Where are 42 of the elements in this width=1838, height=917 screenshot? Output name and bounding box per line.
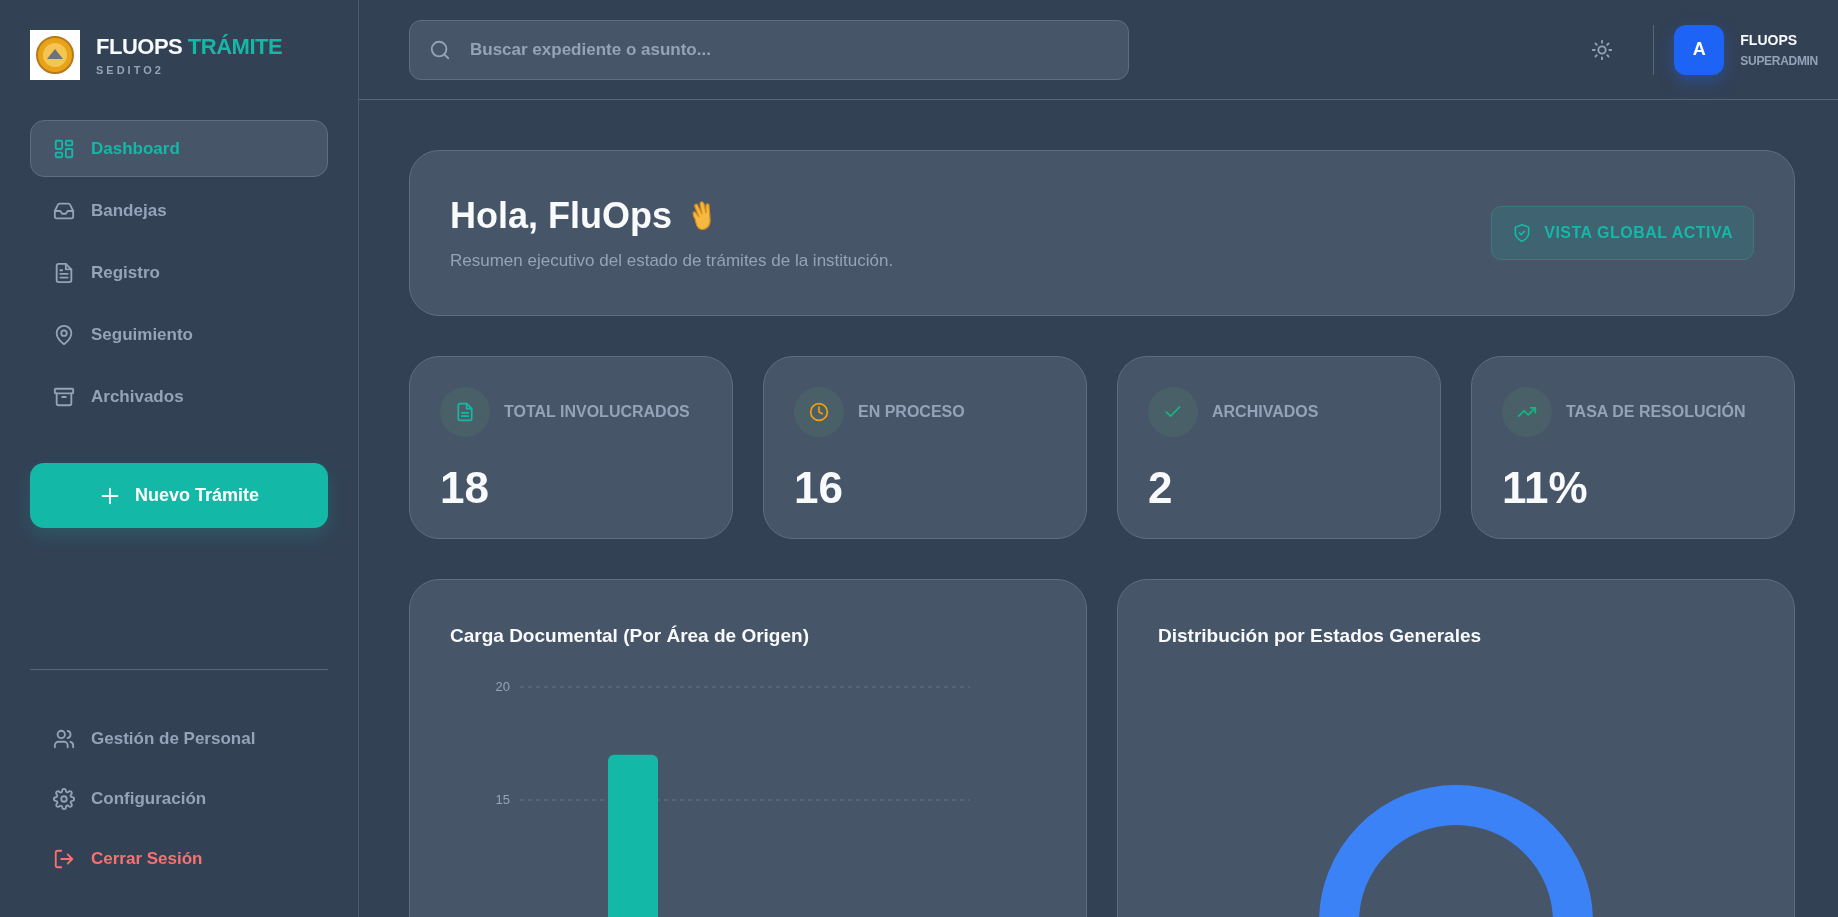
app-subtitle: SEDITO2 — [96, 64, 165, 76]
chart-title: Carga Documental (Por Área de Origen) — [450, 625, 810, 647]
nav-item[interactable]: Cerrar Sesión — [30, 830, 328, 887]
grid-icon — [53, 137, 75, 160]
stat-value: 18 — [440, 463, 490, 513]
axis-tick-label: 20 — [495, 679, 510, 694]
axis-tick-label: 15 — [495, 792, 510, 807]
gear-icon — [53, 787, 75, 810]
user-role: SUPERADMIN — [1740, 53, 1818, 68]
stat-value: 16 — [794, 463, 844, 513]
nav-item[interactable]: Seguimiento — [30, 306, 328, 363]
stat-label: EN PROCESO — [858, 403, 965, 421]
nav-item[interactable]: Gestión de Personal — [30, 710, 328, 767]
sun-icon — [1591, 38, 1614, 61]
stat-value: 2 — [1148, 463, 1174, 513]
user-avatar[interactable]: A — [1674, 24, 1725, 75]
stat-value: 11% — [1502, 463, 1589, 513]
greeting-title: Hola, FluOps — [450, 195, 672, 237]
logout-icon — [53, 847, 75, 870]
archive-icon — [53, 385, 75, 408]
shield-check-icon — [1512, 223, 1533, 243]
nav-item[interactable]: Bandejas — [30, 182, 328, 239]
greeting-subtitle: Resumen ejecutivo del estado de trámites de la institución. — [450, 251, 894, 271]
stat-label: ARCHIVADOS — [1212, 403, 1319, 421]
users-icon — [53, 727, 75, 750]
user-name: FLUOPS — [1740, 31, 1799, 48]
nav-item[interactable]: Registro — [30, 244, 328, 301]
nav-item[interactable]: Dashboard — [30, 120, 328, 177]
document-icon — [53, 261, 75, 284]
stat-label: TASA DE RESOLUCIÓN — [1566, 403, 1746, 421]
search-field[interactable]: Buscar expediente o asunto... — [409, 19, 1129, 80]
chart-title: Distribución por Estados Generales — [1158, 625, 1483, 647]
app-title: FLUOPS TRÁMITE — [96, 34, 283, 60]
nav-item[interactable]: Archivados — [30, 368, 328, 425]
logo-icon — [30, 30, 80, 80]
search-icon — [429, 38, 451, 61]
stat-label: TOTAL INVOLUCRADOS — [504, 403, 690, 421]
map-pin-icon — [53, 323, 75, 346]
new-procedure-button[interactable]: Nuevo Trámite — [30, 463, 328, 528]
status-badge: VISTA GLOBAL ACTIVA — [1491, 206, 1754, 260]
theme-toggle-button[interactable] — [1591, 38, 1614, 61]
nav-item[interactable]: Configuración — [30, 770, 328, 827]
